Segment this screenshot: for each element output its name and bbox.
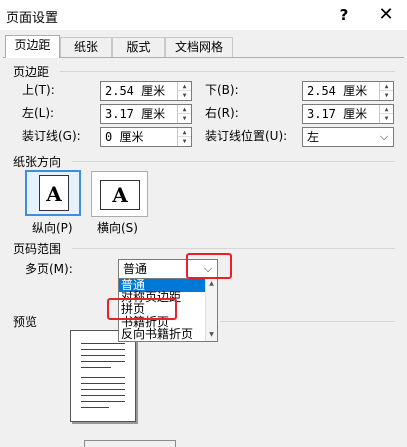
landscape-page-icon: A: [100, 180, 140, 210]
portrait-option[interactable]: A: [25, 170, 81, 216]
gutter-position-label: 装订线位置(U):: [205, 129, 288, 143]
preview-section-title: 预览: [13, 315, 38, 329]
preview-text-line: [81, 401, 125, 402]
scroll-down-icon[interactable]: ▼: [206, 330, 217, 340]
preview-text-line: [81, 389, 125, 390]
preview-text-line: [81, 383, 125, 384]
gutter-value: 0 厘米: [105, 130, 144, 144]
pages-section-title: 页码范围: [13, 242, 62, 256]
preview-text-line: [81, 377, 125, 378]
left-margin-value: 3.17 厘米: [105, 107, 166, 121]
preview-text-line: [81, 355, 125, 356]
scroll-up-icon[interactable]: ▲: [206, 279, 217, 289]
preview-text-line: [81, 349, 125, 350]
spin-down-icon[interactable]: ▼: [380, 91, 393, 100]
section-divider: [60, 71, 395, 72]
help-button[interactable]: ?: [332, 3, 356, 27]
spinner-arrows: ▲ ▼: [379, 82, 393, 100]
landscape-option[interactable]: A: [91, 171, 148, 217]
bottom-margin-label: 下(B):: [205, 83, 239, 97]
window-title: 页面设置: [6, 11, 59, 26]
section-divider: [72, 248, 395, 249]
gutter-position-value: 左: [307, 130, 320, 144]
left-margin-label: 左(L):: [22, 106, 55, 120]
right-margin-value: 3.17 厘米: [307, 107, 368, 121]
spinner-arrows: ▲ ▼: [379, 105, 393, 123]
spin-up-icon[interactable]: ▲: [380, 82, 393, 91]
multiple-pages-label: 多页(M):: [25, 262, 73, 276]
landscape-label[interactable]: 横向(S): [97, 219, 138, 237]
close-button[interactable]: ✕: [372, 3, 400, 27]
highlight-box-two-pages: [107, 298, 177, 320]
spin-down-icon[interactable]: ▼: [178, 137, 191, 146]
top-margin-label: 上(T):: [22, 83, 55, 97]
portrait-label[interactable]: 纵向(P): [32, 219, 73, 237]
apply-to-select[interactable]: [84, 440, 176, 447]
letter-a-icon: A: [112, 183, 128, 207]
right-margin-spinner[interactable]: 3.17 厘米 ▲ ▼: [302, 104, 394, 124]
top-margin-value: 2.54 厘米: [105, 84, 166, 98]
preview-text-line: [81, 361, 125, 362]
tab-margins[interactable]: 页边距: [5, 35, 60, 58]
spinner-arrows: ▲ ▼: [177, 82, 191, 100]
chevron-down-icon[interactable]: ⌵: [376, 129, 392, 145]
top-margin-spinner[interactable]: 2.54 厘米 ▲ ▼: [100, 81, 192, 101]
gutter-spinner[interactable]: 0 厘米 ▲ ▼: [100, 127, 192, 147]
highlight-box-dropdown-arrow: [186, 253, 232, 279]
spinner-arrows: ▲ ▼: [177, 128, 191, 146]
orientation-section-title: 纸张方向: [13, 155, 62, 169]
multiple-pages-value: 普通: [123, 262, 148, 276]
section-divider: [220, 321, 395, 322]
spin-up-icon[interactable]: ▲: [178, 128, 191, 137]
margins-section-title: 页边距: [13, 65, 50, 79]
gutter-position-select[interactable]: 左 ⌵: [302, 127, 394, 147]
tab-document-grid[interactable]: 文档网格: [165, 37, 233, 57]
spin-down-icon[interactable]: ▼: [380, 114, 393, 123]
letter-a-icon: A: [46, 182, 62, 206]
tab-paper[interactable]: 纸张: [60, 37, 112, 57]
preview-text-line: [81, 395, 125, 396]
right-margin-label: 右(R):: [205, 106, 239, 120]
title-bar: 页面设置 ? ✕: [0, 0, 407, 30]
section-divider: [72, 161, 395, 162]
spin-up-icon[interactable]: ▲: [178, 105, 191, 114]
bottom-margin-value: 2.54 厘米: [307, 84, 368, 98]
spin-up-icon[interactable]: ▲: [178, 82, 191, 91]
spin-down-icon[interactable]: ▼: [178, 114, 191, 123]
spin-down-icon[interactable]: ▼: [178, 91, 191, 100]
tab-layout[interactable]: 版式: [112, 37, 165, 57]
gutter-label: 装订线(G):: [22, 129, 81, 143]
preview-page: [70, 330, 136, 422]
preview-text-line: [81, 343, 125, 344]
spinner-arrows: ▲ ▼: [177, 105, 191, 123]
preview-text-line: [81, 367, 111, 368]
preview-text-line: [81, 407, 109, 408]
spin-up-icon[interactable]: ▲: [380, 105, 393, 114]
portrait-page-icon: A: [39, 175, 69, 211]
bottom-margin-spinner[interactable]: 2.54 厘米 ▲ ▼: [302, 81, 394, 101]
dropdown-scrollbar[interactable]: ▲ ▼: [205, 279, 217, 341]
dropdown-option-reverse-book-fold[interactable]: 反向书籍折页: [119, 328, 217, 341]
left-margin-spinner[interactable]: 3.17 厘米 ▲ ▼: [100, 104, 192, 124]
